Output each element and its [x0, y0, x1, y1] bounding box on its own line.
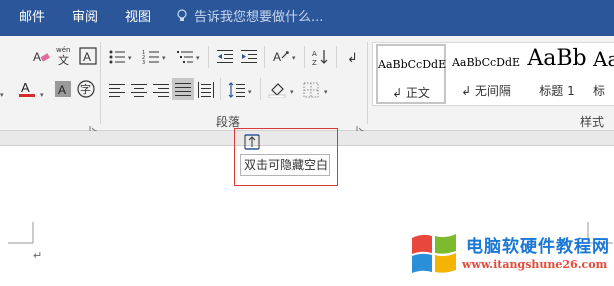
phonetic-guide-icon[interactable]: wén 文	[55, 44, 75, 66]
paragraph-mark: ↵	[33, 249, 43, 262]
font-color-icon[interactable]: A	[18, 80, 36, 98]
separator	[260, 78, 261, 100]
phonetic-label: wén	[56, 46, 70, 54]
show-marks-icon[interactable]: ↲	[344, 48, 362, 66]
enclose-character-icon[interactable]: 字	[77, 80, 95, 98]
separator	[220, 78, 221, 100]
increase-indent-icon[interactable]	[240, 48, 258, 66]
multilevel-list-icon[interactable]	[176, 48, 194, 66]
sort-icon[interactable]: AZ	[312, 48, 330, 66]
shading-icon[interactable]	[268, 80, 286, 98]
group-separator	[367, 42, 368, 124]
style-normal[interactable]: AaBbCcDdE ↲ 正文	[376, 44, 446, 104]
style-preview: AaBb	[527, 46, 587, 71]
tab-review[interactable]: 审阅	[72, 0, 98, 36]
paragraph-dialog-launcher-icon[interactable]	[356, 119, 365, 134]
separator	[336, 46, 337, 68]
style-preview: Aa	[593, 47, 614, 71]
svg-text:3: 3	[142, 60, 145, 66]
line-spacing-dropdown-icon[interactable]: ▾	[248, 88, 252, 96]
svg-text:Z: Z	[312, 59, 317, 66]
annotation-highlight-box	[234, 128, 338, 186]
style-name: 标	[593, 84, 606, 98]
style-heading-2[interactable]: Aa 标	[593, 44, 614, 104]
svg-text:A: A	[312, 50, 317, 58]
tell-me-search[interactable]: 告诉我您想要做什么...	[176, 0, 323, 36]
bullets-icon[interactable]	[108, 48, 126, 66]
align-left-icon[interactable]	[108, 81, 126, 99]
chinese-layout-icon[interactable]: A	[272, 48, 290, 66]
numbering-icon[interactable]: 123	[142, 48, 160, 66]
windows-logo-icon	[412, 234, 456, 273]
style-preview: AaBbCcDdE	[451, 56, 521, 69]
watermark-title: 电脑软硬件教程网	[466, 237, 610, 257]
style-heading-1[interactable]: AaBb 标题 1	[525, 44, 589, 104]
svg-text:A: A	[33, 50, 41, 64]
chinese-layout-dropdown-icon[interactable]: ▾	[292, 54, 296, 62]
styles-group-label: 样式	[580, 115, 605, 129]
separator	[208, 46, 209, 68]
style-preview: AaBbCcDdE	[378, 58, 447, 71]
style-name: ↲ 无间隔	[461, 84, 511, 98]
decrease-indent-icon[interactable]	[216, 48, 234, 66]
lightbulb-icon	[176, 2, 188, 21]
highlight-dropdown-icon[interactable]: ▾	[0, 91, 4, 99]
tab-mailings[interactable]: 邮件	[19, 0, 45, 36]
group-separator	[100, 42, 101, 124]
style-no-spacing[interactable]: AaBbCcDdE ↲ 无间隔	[450, 44, 522, 104]
shading-char: A	[58, 83, 66, 97]
distributed-icon[interactable]	[197, 81, 215, 99]
font-color-char: A	[21, 80, 30, 95]
border-char: A	[83, 50, 91, 64]
borders-icon[interactable]	[302, 81, 320, 99]
justify-button[interactable]	[172, 78, 194, 100]
watermark-url: www.it‌angshu‌ne26.com	[462, 258, 608, 271]
eraser-icon[interactable]: A	[32, 48, 50, 66]
justify-icon	[174, 80, 192, 98]
style-name: ↲ 正文	[392, 86, 430, 100]
style-name: 标题 1	[539, 84, 575, 98]
svg-text:A: A	[273, 50, 281, 64]
numbering-dropdown-icon[interactable]: ▾	[162, 54, 166, 62]
line-spacing-icon[interactable]	[228, 81, 246, 99]
shading-dropdown-icon[interactable]: ▾	[290, 88, 294, 96]
phonetic-char: 文	[58, 53, 69, 66]
bullets-dropdown-icon[interactable]: ▾	[128, 54, 132, 62]
font-dialog-launcher-icon[interactable]	[89, 119, 98, 134]
center-icon[interactable]	[130, 81, 148, 99]
align-right-icon[interactable]	[152, 81, 170, 99]
ribbon-tab-bar: 邮件 审阅 视图 告诉我您想要做什么...	[0, 0, 614, 36]
character-shading-icon[interactable]: A	[54, 80, 72, 98]
page-corner-mark-left	[8, 222, 34, 244]
enclose-char: 字	[80, 82, 91, 96]
character-border-icon[interactable]: A	[79, 47, 97, 65]
multilevel-dropdown-icon[interactable]: ▾	[196, 54, 200, 62]
separator	[264, 46, 265, 68]
font-color-dropdown-icon[interactable]: ▾	[40, 91, 44, 99]
styles-gallery: AaBbCcDdE ↲ 正文 AaBbCcDdE ↲ 无间隔 AaBb 标题 1…	[372, 42, 614, 106]
borders-dropdown-icon[interactable]: ▾	[324, 88, 328, 96]
show-marks-char: ↲	[347, 51, 358, 66]
separator	[304, 46, 305, 68]
tab-view[interactable]: 视图	[125, 0, 151, 36]
tell-me-placeholder: 告诉我您想要做什么...	[194, 10, 324, 25]
